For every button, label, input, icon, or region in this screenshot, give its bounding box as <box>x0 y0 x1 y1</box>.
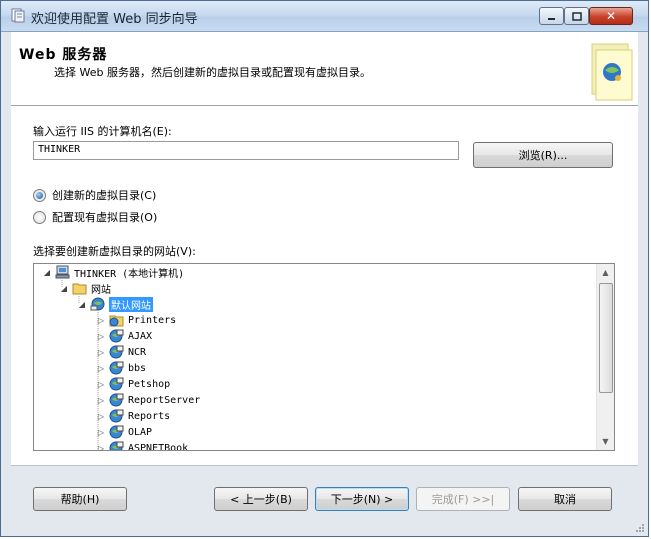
scroll-down-icon[interactable]: ▼ <box>597 433 614 450</box>
tree-node-computer-label: THINKER (本地计算机) <box>74 268 185 280</box>
minimize-button[interactable] <box>539 7 564 25</box>
tree-node-virtual-dir[interactable]: ▷ OLAP <box>96 424 152 440</box>
tree-node-virtual-dir-label: ReportServer <box>128 394 201 406</box>
expand-icon[interactable]: ▷ <box>96 331 106 341</box>
wizard-window: 欢迎使用配置 Web 同步向导 ✕ Web 服务器 选择 Web 服务器，然后创… <box>0 0 649 537</box>
web-app-icon <box>109 361 124 375</box>
tree-node-virtual-dir-label: AJAX <box>128 330 153 342</box>
tree-node-virtual-dir-label: Petshop <box>128 378 171 390</box>
web-app-icon <box>109 377 124 391</box>
radio-configure-virtual-directory[interactable]: 配置现有虚拟目录(O) <box>33 209 157 225</box>
web-app-icon <box>109 409 124 423</box>
expand-icon[interactable]: ▷ <box>96 347 106 357</box>
computer-name-input[interactable]: THINKER <box>33 141 459 160</box>
resize-grip-icon[interactable] <box>635 523 645 533</box>
close-icon: ✕ <box>605 9 617 23</box>
globe-site-icon <box>90 297 105 311</box>
web-sync-banner-icon <box>591 43 633 101</box>
tree-vertical-scrollbar[interactable]: ▲ ▼ <box>596 264 614 450</box>
tree-node-websites[interactable]: ◢ 网站 <box>59 280 111 296</box>
tree-node-virtual-dir[interactable]: ▷ ReportServer <box>96 392 200 408</box>
tree-node-virtual-dir[interactable]: ▷ Printers <box>96 312 176 328</box>
collapse-icon[interactable]: ◢ <box>77 299 87 309</box>
page-subtitle: 选择 Web 服务器，然后创建新的虚拟目录或配置现有虚拟目录。 <box>54 66 371 79</box>
tree-node-virtual-dir[interactable]: ▷ NCR <box>96 344 146 360</box>
radio-create-label: 创建新的虚拟目录(C) <box>52 189 157 202</box>
web-app-icon <box>109 345 124 359</box>
website-select-label: 选择要创建新虚拟目录的网站(V): <box>33 245 196 258</box>
tree-node-computer[interactable]: ◢ THINKER (本地计算机) <box>42 264 184 280</box>
wizard-footer: 帮助(H) < 上一步(B) 下一步(N) > 完成(F) >>| 取消 <box>11 465 638 530</box>
tree-node-virtual-dir-label: bbs <box>128 362 147 374</box>
tree-node-default-site[interactable]: ◢ 默认网站 <box>77 296 153 312</box>
close-button[interactable]: ✕ <box>589 7 633 25</box>
tree-node-virtual-dir-label: OLAP <box>128 426 153 438</box>
tree-node-virtual-dir-label: ASPNETBook <box>128 442 189 451</box>
minimize-icon <box>548 17 555 20</box>
tree-node-virtual-dir[interactable]: ▷ ASPNETBook <box>96 440 189 451</box>
cancel-button[interactable]: 取消 <box>518 487 612 511</box>
tree-node-virtual-dir[interactable]: ▷ Petshop <box>96 376 170 392</box>
wizard-body: 输入运行 IIS 的计算机名(E): THINKER 浏览(R)... 创建新的… <box>11 106 638 465</box>
tree-node-websites-label: 网站 <box>91 284 111 296</box>
website-tree[interactable]: ◢ THINKER (本地计算机) ◢ 网站 ◢ 默认网站 ▷ Printers… <box>33 263 615 451</box>
tree-node-virtual-dir-label: Reports <box>128 410 171 422</box>
tree-node-virtual-dir[interactable]: ▷ Reports <box>96 408 170 424</box>
finish-button[interactable]: 完成(F) >>| <box>416 487 510 511</box>
folder-icon <box>72 283 87 295</box>
maximize-icon <box>571 11 582 21</box>
window-title: 欢迎使用配置 Web 同步向导 <box>31 12 198 27</box>
expand-icon[interactable]: ▷ <box>96 315 106 325</box>
radio-configure-label: 配置现有虚拟目录(O) <box>52 211 158 224</box>
computer-name-label: 输入运行 IIS 的计算机名(E): <box>33 125 172 138</box>
next-button[interactable]: 下一步(N) > <box>315 487 409 511</box>
wizard-header: Web 服务器 选择 Web 服务器，然后创建新的虚拟目录或配置现有虚拟目录。 <box>11 32 638 106</box>
web-app-icon <box>109 329 124 343</box>
tree-node-virtual-dir-label: Printers <box>128 314 177 326</box>
title-bar[interactable]: 欢迎使用配置 Web 同步向导 ✕ <box>1 1 648 32</box>
back-button[interactable]: < 上一步(B) <box>214 487 308 511</box>
expand-icon[interactable]: ▷ <box>96 363 106 373</box>
tree-node-default-site-label: 默认网站 <box>109 296 153 312</box>
web-app-icon <box>109 441 124 450</box>
browse-button[interactable]: 浏览(R)... <box>473 142 613 168</box>
help-button[interactable]: 帮助(H) <box>33 487 127 511</box>
folder-globe-icon <box>109 315 124 327</box>
collapse-icon[interactable]: ◢ <box>42 267 52 277</box>
scroll-up-icon[interactable]: ▲ <box>597 264 614 281</box>
maximize-button[interactable] <box>564 7 589 25</box>
expand-icon[interactable]: ▷ <box>96 411 106 421</box>
radio-create-virtual-directory[interactable]: 创建新的虚拟目录(C) <box>33 187 156 203</box>
expand-icon[interactable]: ▷ <box>96 395 106 405</box>
tree-node-virtual-dir[interactable]: ▷ AJAX <box>96 328 152 344</box>
expand-icon[interactable]: ▷ <box>96 379 106 389</box>
tree-node-virtual-dir-label: NCR <box>128 346 147 358</box>
radio-configure-indicator[interactable] <box>33 210 46 224</box>
scroll-thumb[interactable] <box>599 283 613 393</box>
radio-create-indicator[interactable] <box>33 188 46 202</box>
wizard-app-icon <box>11 8 25 23</box>
web-app-icon <box>109 393 124 407</box>
page-title: Web 服务器 <box>19 47 108 63</box>
expand-icon[interactable]: ▷ <box>96 427 106 437</box>
tree-node-virtual-dir[interactable]: ▷ bbs <box>96 360 146 376</box>
computer-icon <box>55 265 70 279</box>
web-app-icon <box>109 425 124 439</box>
collapse-icon[interactable]: ◢ <box>59 283 69 293</box>
expand-icon[interactable]: ▷ <box>96 443 106 451</box>
